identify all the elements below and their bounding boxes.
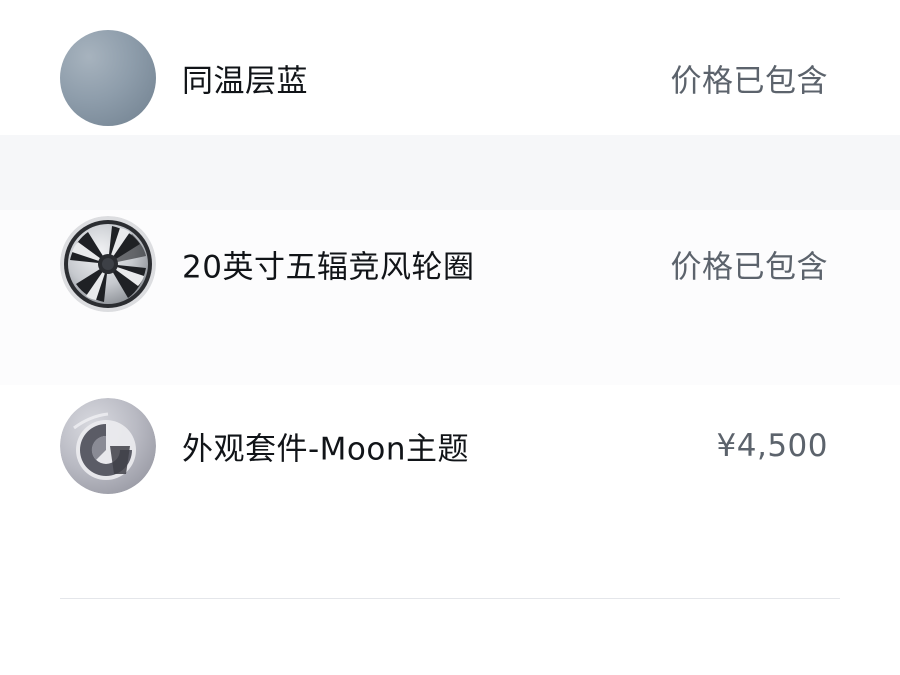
- option-name: 20英寸五辐竞风轮圈: [182, 249, 475, 286]
- option-name: 外观套件-Moon主题: [182, 431, 470, 468]
- paint-swatch-icon: [60, 30, 156, 126]
- option-price: 价格已包含: [670, 249, 828, 286]
- exterior-kit-icon: [60, 398, 156, 494]
- section-separator-band: [0, 135, 900, 210]
- option-row-color[interactable]: 同温层蓝 价格已包含: [0, 28, 900, 128]
- option-row-exterior-kit[interactable]: 外观套件-Moon主题 ¥4,500: [0, 396, 900, 496]
- option-row-wheels[interactable]: 20英寸五辐竞风轮圈 价格已包含: [0, 214, 900, 314]
- option-name: 同温层蓝: [182, 63, 308, 100]
- option-price: 价格已包含: [670, 63, 828, 100]
- divider: [60, 598, 840, 599]
- option-price: ¥4,500: [716, 428, 828, 464]
- wheel-rim-icon: [60, 216, 156, 312]
